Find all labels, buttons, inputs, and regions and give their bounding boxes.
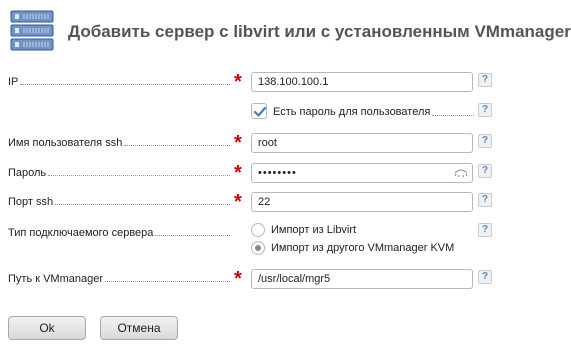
server-type-label: Тип подключаемого сервера: [8, 227, 230, 239]
radio-import-libvirt[interactable]: [251, 223, 265, 237]
required-marker: *: [234, 191, 242, 213]
password-label: Пароль: [8, 167, 230, 179]
ssh-user-label: Имя пользователя ssh: [8, 137, 230, 149]
has-password-checkbox[interactable]: [251, 103, 267, 119]
ssh-user-input[interactable]: root: [251, 133, 473, 153]
required-marker: *: [234, 71, 242, 93]
required-marker: *: [234, 268, 242, 290]
help-icon[interactable]: ?: [478, 193, 492, 207]
help-icon[interactable]: ?: [478, 134, 492, 148]
required-marker: *: [234, 132, 242, 154]
radio-import-vmmanager-label: Импорт из другого VMmanager KVM: [271, 242, 455, 254]
radio-import-vmmanager[interactable]: [251, 241, 265, 255]
password-input[interactable]: ••••••••: [251, 163, 473, 183]
server-type-row: Тип подключаемого сервера Импорт из Libv…: [0, 222, 571, 262]
help-icon[interactable]: ?: [478, 103, 492, 117]
show-password-icon[interactable]: [454, 168, 468, 178]
has-password-label: Есть пароль для пользователя: [273, 106, 431, 118]
dialog-header: Добавить сервер с libvirt или с установл…: [8, 8, 571, 54]
password-value: ••••••••: [258, 167, 297, 179]
page-title: Добавить сервер с libvirt или с установл…: [68, 22, 571, 41]
ip-label: IP: [8, 76, 230, 88]
vmmanager-path-label: Путь к VMmanager: [8, 273, 230, 285]
server-stack-icon: [10, 10, 54, 51]
help-icon[interactable]: ?: [478, 223, 492, 237]
ip-row: IP * 138.100.100.1 ?: [0, 71, 571, 93]
checkmark-icon: [253, 106, 267, 117]
password-row: Пароль * •••••••• ?: [0, 162, 571, 184]
ip-input[interactable]: 138.100.100.1: [251, 72, 473, 92]
has-password-row: Есть пароль для пользователя ?: [0, 102, 571, 122]
ssh-port-input[interactable]: 22: [251, 192, 473, 212]
cancel-button[interactable]: Отмена: [100, 316, 178, 340]
vmmanager-path-input[interactable]: /usr/local/mgr5: [251, 269, 473, 289]
help-icon[interactable]: ?: [478, 270, 492, 284]
radio-import-libvirt-label: Импорт из Libvirt: [271, 224, 357, 236]
vmmanager-path-row: Путь к VMmanager * /usr/local/mgr5 ?: [0, 268, 571, 290]
ssh-user-row: Имя пользователя ssh * root ?: [0, 132, 571, 154]
ssh-port-label: Порт ssh: [8, 196, 230, 208]
ok-button[interactable]: Ok: [8, 316, 86, 340]
help-icon[interactable]: ?: [478, 164, 492, 178]
required-marker: *: [234, 162, 242, 184]
ssh-port-row: Порт ssh * 22 ?: [0, 191, 571, 213]
help-icon[interactable]: ?: [478, 73, 492, 87]
